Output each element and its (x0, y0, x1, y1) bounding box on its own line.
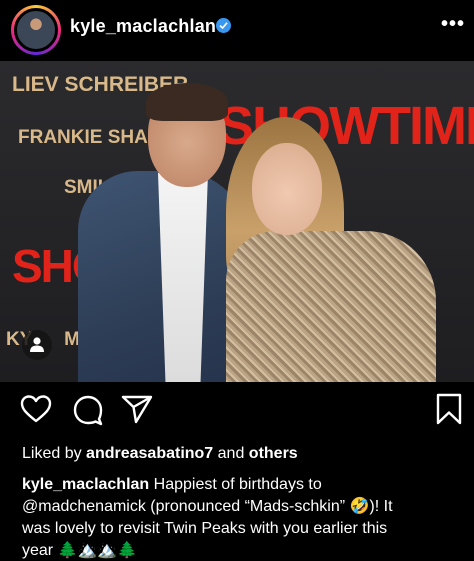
liked-by-user[interactable]: andreasabatino7 (86, 445, 213, 462)
person-icon (30, 337, 44, 352)
more-options-icon[interactable]: ••• (441, 13, 465, 36)
avatar[interactable] (14, 8, 58, 52)
backdrop-text: FRANKIE SHA (18, 127, 148, 148)
woman-figure (226, 231, 436, 382)
liked-by-others[interactable]: others (249, 445, 298, 462)
woman-face (252, 143, 322, 235)
action-bar (0, 390, 474, 434)
post-header: kyle_maclachlan ••• (0, 0, 474, 56)
man-hair (146, 83, 228, 121)
paper-plane-icon[interactable] (121, 394, 153, 429)
post-caption: kyle_maclachlan Happiest of birthdays to… (22, 474, 472, 561)
caption-line: @madchenamick (pronounced “Mads-schkin” … (22, 498, 393, 515)
comment-icon[interactable] (72, 394, 104, 431)
caption-line: kyle_maclachlan Happiest of birthdays to (22, 476, 322, 493)
bookmark-icon[interactable] (435, 393, 463, 430)
caption-line: was lovely to revisit Twin Peaks with yo… (22, 520, 388, 537)
post-photo[interactable]: LIEV SCHREIBER FRANKIE SHA SMILF SHOWTIM… (0, 61, 474, 382)
caption-author[interactable]: kyle_maclachlan (22, 476, 149, 493)
heart-icon[interactable] (20, 394, 52, 429)
liked-by[interactable]: Liked by andreasabatino7 and others (22, 445, 298, 463)
caption-line: year 🌲🏔️🏔️🌲 (22, 542, 138, 559)
username[interactable]: kyle_maclachlan (70, 16, 216, 37)
man-shirt (158, 173, 208, 382)
verified-badge-icon (216, 18, 231, 33)
tagged-users-button[interactable] (22, 330, 52, 360)
